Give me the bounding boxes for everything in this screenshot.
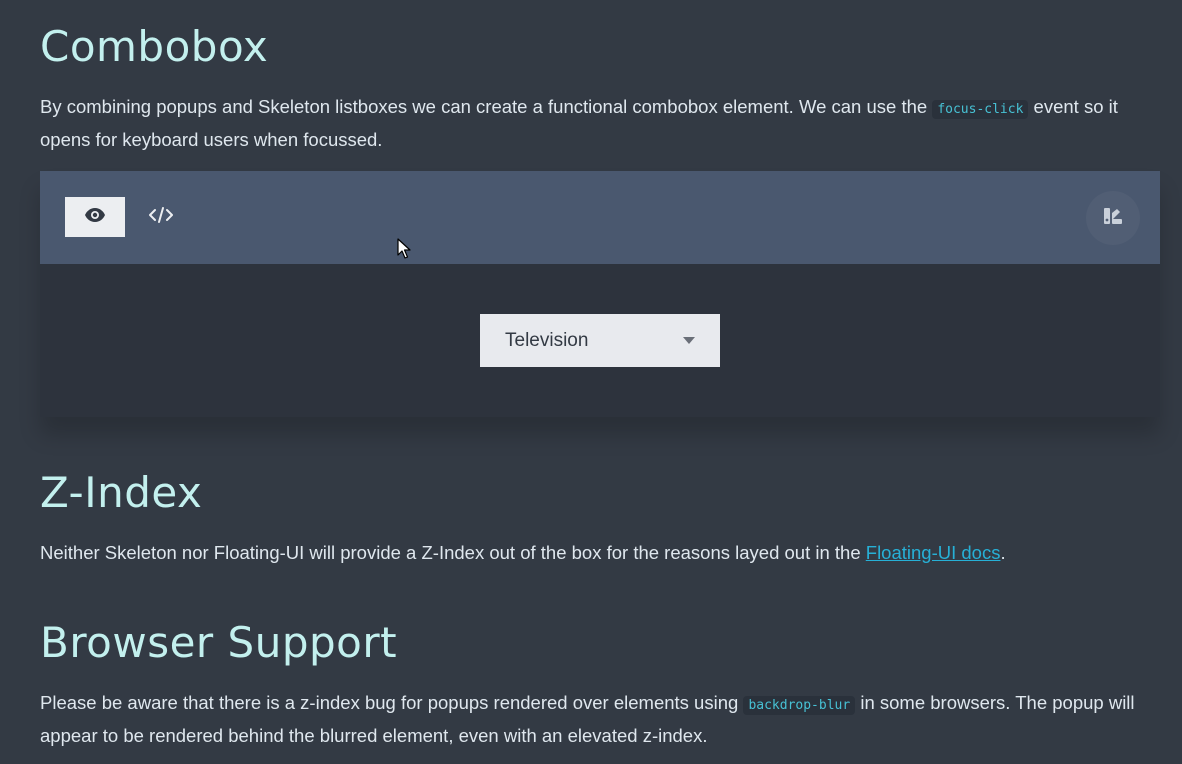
combobox-text-1: By combining popups and Skeleton listbox…: [40, 96, 933, 117]
preview-stage: Television: [40, 264, 1160, 417]
browser-support-description: Please be aware that there is a z-index …: [40, 688, 1160, 751]
preview-tab-button[interactable]: [65, 197, 125, 237]
floating-ui-docs-link[interactable]: Floating-UI docs: [866, 542, 1001, 563]
page: Combobox By combining popups and Skeleto…: [0, 0, 1182, 764]
zindex-description: Neither Skeleton nor Floating-UI will pr…: [40, 538, 1160, 568]
swatch-icon: [1103, 207, 1123, 230]
mouse-cursor-icon: [397, 238, 411, 265]
caret-down-icon: [683, 337, 695, 344]
heading-browser-support: Browser Support: [40, 618, 398, 667]
code-icon: [149, 206, 173, 229]
combobox-value: Television: [505, 329, 589, 351]
browser-text-1: Please be aware that there is a z-index …: [40, 692, 744, 713]
code-focus-click: focus-click: [932, 100, 1029, 119]
eye-icon: [85, 207, 105, 227]
code-preview: Television: [40, 171, 1160, 417]
heading-combobox: Combobox: [40, 22, 269, 71]
zindex-text-2: .: [1000, 542, 1006, 563]
preview-toolbar: [40, 171, 1160, 264]
theme-toggle-button[interactable]: [1086, 191, 1140, 245]
zindex-text-1: Neither Skeleton nor Floating-UI will pr…: [40, 542, 866, 563]
combobox-trigger[interactable]: Television: [480, 314, 720, 367]
code-tab-button[interactable]: [131, 197, 191, 237]
code-backdrop-blur: backdrop-blur: [743, 696, 856, 715]
combobox-description: By combining popups and Skeleton listbox…: [40, 92, 1160, 155]
heading-zindex: Z-Index: [40, 468, 203, 517]
